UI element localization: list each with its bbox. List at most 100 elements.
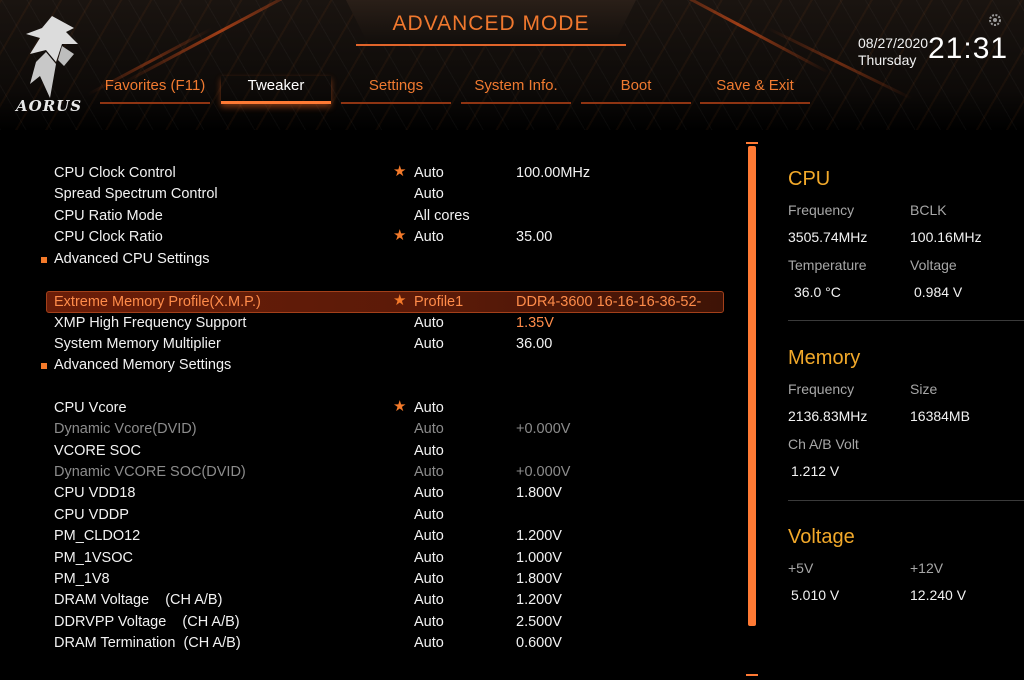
- info-value: 5.010 V: [791, 587, 840, 603]
- header-bar: ADVANCED MODE AORUS 08/27/2020 Thursday …: [0, 0, 1024, 130]
- memory-frequency: Frequency 2136.83MHz: [788, 381, 867, 424]
- tab-boot[interactable]: Boot: [581, 76, 691, 104]
- setting-value[interactable]: Auto: [414, 633, 444, 654]
- setting-row-pm-1v8[interactable]: PM_1V8 Auto 1.800V: [40, 569, 730, 590]
- clock-time: 21:31: [928, 32, 1009, 65]
- setting-row-dynamic-vcore: Dynamic Vcore(DVID) Auto +0.000V: [40, 419, 730, 440]
- voltage-12v: +12V 12.240 V: [910, 560, 966, 603]
- setting-current-value: 2.500V: [516, 613, 562, 630]
- tab-tweaker[interactable]: Tweaker: [221, 76, 331, 104]
- setting-row-cpu-vdd18[interactable]: CPU VDD18 Auto 1.800V: [40, 483, 730, 504]
- info-value: 36.0 °C: [794, 284, 841, 300]
- setting-current-value: 1.800V: [516, 571, 562, 588]
- info-label: Size: [910, 381, 938, 397]
- submenu-advanced-memory-settings[interactable]: Advanced Memory Settings: [40, 355, 730, 376]
- setting-row-dram-voltage[interactable]: DRAM Voltage (CH A/B) Auto 1.200V: [40, 590, 730, 611]
- setting-value[interactable]: Profile1: [414, 292, 463, 313]
- setting-value[interactable]: Auto: [414, 548, 444, 569]
- setting-label: PM_1VSOC: [54, 549, 133, 566]
- setting-label: CPU Vcore: [54, 399, 127, 416]
- setting-current-value: 1.200V: [516, 592, 562, 609]
- submenu-advanced-cpu-settings[interactable]: Advanced CPU Settings: [40, 249, 730, 270]
- cpu-info-section: CPU: [788, 168, 1024, 191]
- voltage-5v: +5V 5.010 V: [788, 560, 839, 603]
- setting-row-cpu-clock-ratio[interactable]: CPU Clock Ratio ★ Auto 35.00: [40, 227, 730, 248]
- setting-value[interactable]: Auto: [414, 227, 444, 248]
- setting-label: CPU Clock Ratio: [54, 229, 163, 246]
- setting-row-pm-cldo12[interactable]: PM_CLDO12 Auto 1.200V: [40, 526, 730, 547]
- setting-label: CPU VDD18: [54, 485, 136, 502]
- setting-label: VCORE SOC: [54, 442, 142, 459]
- section-divider: [788, 320, 1024, 321]
- setting-value[interactable]: Auto: [414, 313, 444, 334]
- setting-row-ddrvpp-voltage[interactable]: DDRVPP Voltage (CH A/B) Auto 2.500V: [40, 612, 730, 633]
- page-title[interactable]: ADVANCED MODE: [346, 12, 636, 36]
- setting-current-value: 1.000V: [516, 549, 562, 566]
- star-icon: ★: [393, 292, 407, 310]
- setting-value[interactable]: Auto: [414, 590, 444, 611]
- decor-streak: [651, 0, 829, 74]
- setting-row-dynamic-vcore-soc: Dynamic VCORE SOC(DVID) Auto +0.000V: [40, 462, 730, 483]
- info-value: 100.16MHz: [910, 229, 982, 245]
- info-value: 2136.83MHz: [788, 408, 868, 424]
- cpu-frequency: Frequency 3505.74MHz: [788, 202, 867, 245]
- cpu-temperature: Temperature 36.0 °C: [788, 257, 867, 300]
- tab-favorites[interactable]: Favorites (F11): [100, 76, 210, 104]
- setting-value[interactable]: Auto: [414, 184, 444, 205]
- setting-value[interactable]: Auto: [414, 483, 444, 504]
- gear-icon[interactable]: [988, 13, 1002, 27]
- setting-row-pm-1vsoc[interactable]: PM_1VSOC Auto 1.000V: [40, 548, 730, 569]
- info-value: 1.212 V: [791, 463, 840, 479]
- info-label: Ch A/B Volt: [788, 436, 859, 452]
- setting-value[interactable]: Auto: [414, 505, 444, 526]
- setting-value[interactable]: Auto: [414, 398, 444, 419]
- setting-row-xmp-selected[interactable]: Extreme Memory Profile(X.M.P.) ★ Profile…: [46, 291, 724, 331]
- bullet-square-icon: [41, 363, 47, 370]
- info-value: 16384MB: [910, 408, 970, 424]
- setting-row-cpu-vddp[interactable]: CPU VDDP Auto: [40, 505, 730, 526]
- setting-label: Extreme Memory Profile(X.M.P.): [54, 294, 261, 311]
- setting-label: CPU Ratio Mode: [54, 207, 163, 224]
- setting-current-value: 1.200V: [516, 528, 562, 545]
- setting-value[interactable]: Auto: [414, 526, 444, 547]
- setting-row-vcore-soc[interactable]: VCORE SOC Auto: [40, 441, 730, 462]
- setting-value: Auto: [414, 464, 444, 481]
- date-text: 08/27/2020: [858, 35, 929, 51]
- setting-row-cpu-ratio-mode[interactable]: CPU Ratio Mode All cores: [40, 206, 730, 227]
- info-label: Frequency: [788, 381, 855, 397]
- setting-label: Advanced CPU Settings: [54, 250, 210, 267]
- voltage-info-section: Voltage: [788, 526, 1024, 549]
- setting-row-memory-multiplier[interactable]: System Memory Multiplier Auto 36.00: [40, 334, 730, 355]
- info-label: Temperature: [788, 257, 867, 273]
- setting-value[interactable]: Auto: [414, 163, 444, 184]
- setting-row-cpu-vcore[interactable]: CPU Vcore ★ Auto: [40, 398, 730, 419]
- setting-value[interactable]: Auto: [414, 334, 444, 355]
- title-plate-edge: [356, 44, 626, 46]
- setting-value[interactable]: All cores: [414, 206, 470, 227]
- tab-save-exit[interactable]: Save & Exit: [700, 76, 810, 104]
- setting-row-dram-termination[interactable]: DRAM Termination (CH A/B) Auto 0.600V: [40, 633, 730, 654]
- star-icon: ★: [393, 163, 407, 180]
- tab-settings[interactable]: Settings: [341, 76, 451, 104]
- scrollbar-thumb[interactable]: [748, 146, 756, 626]
- setting-value[interactable]: Auto: [414, 612, 444, 633]
- setting-value[interactable]: Auto: [414, 441, 444, 462]
- scrollbar-top-marker: [746, 142, 758, 144]
- setting-label: DRAM Voltage (CH A/B): [54, 592, 223, 609]
- setting-row-xmp-high-freq[interactable]: XMP High Frequency Support Auto: [40, 313, 730, 334]
- star-icon: ★: [393, 397, 407, 415]
- tab-system-info[interactable]: System Info.: [461, 76, 571, 104]
- setting-label: Advanced Memory Settings: [54, 357, 232, 374]
- setting-label: PM_1V8: [54, 571, 110, 588]
- setting-row-spread-spectrum[interactable]: Spread Spectrum Control Auto: [40, 184, 730, 205]
- setting-value[interactable]: Auto: [414, 569, 444, 590]
- hardware-info-panel: CPU Frequency 3505.74MHz BCLK 100.16MHz …: [772, 140, 1024, 680]
- setting-current-value: 1.800V: [516, 485, 562, 502]
- setting-label: DDRVPP Voltage (CH A/B): [54, 613, 240, 630]
- section-title: CPU: [788, 168, 831, 190]
- info-label: Frequency: [788, 202, 855, 218]
- memory-size: Size 16384MB: [910, 381, 970, 424]
- memory-info-section: Memory: [788, 347, 1024, 370]
- setting-label: PM_CLDO12: [54, 528, 141, 545]
- setting-row-cpu-clock-control[interactable]: CPU Clock Control ★ Auto 100.00MHz: [40, 163, 730, 184]
